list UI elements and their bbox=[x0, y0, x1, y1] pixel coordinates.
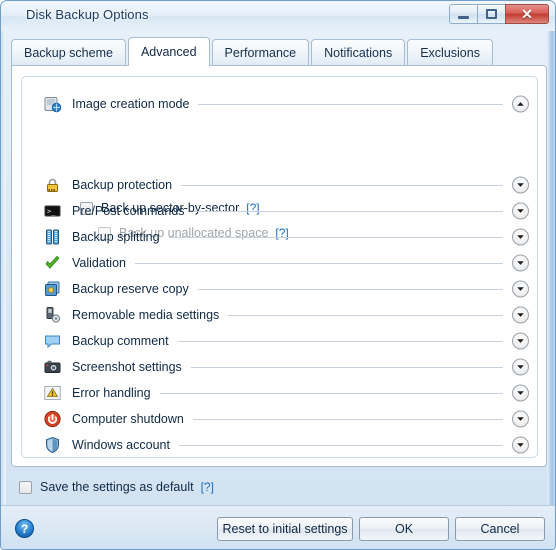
maximize-icon bbox=[486, 9, 497, 19]
tab-label: Exclusions bbox=[420, 45, 480, 60]
tab-label: Advanced bbox=[140, 45, 197, 59]
section-screenshot-settings[interactable]: Screenshot settings bbox=[22, 354, 537, 380]
help-question-icon[interactable]: ? bbox=[15, 519, 34, 538]
section-divider bbox=[193, 211, 503, 212]
section-label: Validation bbox=[72, 256, 126, 270]
chevron-down-icon[interactable] bbox=[512, 306, 529, 324]
tab-backup-scheme[interactable]: Backup scheme bbox=[11, 39, 126, 65]
section-divider bbox=[159, 393, 503, 394]
section-label: Backup comment bbox=[72, 334, 169, 348]
section-backup-reserve-copy[interactable]: Backup reserve copy bbox=[22, 276, 537, 302]
section-backup-splitting[interactable]: Backup splitting bbox=[22, 224, 537, 250]
section-pre-post-commands[interactable]: >_ Pre/Post commands bbox=[22, 198, 537, 224]
minimize-button[interactable] bbox=[449, 4, 477, 24]
tab-performance[interactable]: Performance bbox=[211, 39, 310, 65]
chevron-down-icon[interactable] bbox=[512, 202, 529, 220]
section-validation[interactable]: Validation bbox=[22, 250, 537, 276]
section-label: Backup protection bbox=[72, 178, 173, 192]
options-scroll-area[interactable]: Back up sector-by-sector [?] Back up una… bbox=[21, 76, 538, 458]
title-bar: Disk Backup Options ✕ bbox=[1, 1, 555, 31]
section-divider bbox=[190, 367, 503, 368]
section-divider bbox=[178, 445, 503, 446]
section-divider bbox=[198, 104, 503, 105]
save-default-checkbox[interactable] bbox=[19, 480, 32, 494]
save-default-row: Save the settings as default [?] bbox=[19, 480, 214, 494]
chevron-down-icon[interactable] bbox=[512, 280, 529, 298]
comment-bubble-icon bbox=[44, 333, 61, 350]
window-edge-left bbox=[1, 1, 6, 549]
chevron-down-icon[interactable] bbox=[512, 254, 529, 272]
window-controls: ✕ bbox=[449, 4, 549, 24]
section-divider bbox=[177, 341, 503, 342]
section-divider bbox=[134, 263, 503, 264]
tab-label: Performance bbox=[224, 45, 297, 60]
section-computer-shutdown[interactable]: Computer shutdown bbox=[22, 406, 537, 432]
ok-button[interactable]: OK bbox=[359, 517, 449, 541]
section-label: Backup splitting bbox=[72, 230, 160, 244]
save-default-help-link[interactable]: [?] bbox=[201, 480, 214, 494]
section-label: Windows account bbox=[72, 438, 170, 452]
section-label: Pre/Post commands bbox=[72, 204, 185, 218]
chevron-down-icon[interactable] bbox=[512, 176, 529, 194]
disk-image-icon bbox=[44, 96, 61, 113]
chevron-down-icon[interactable] bbox=[512, 228, 529, 246]
padlock-icon bbox=[44, 177, 61, 194]
reserve-copy-icon bbox=[44, 281, 61, 298]
chevron-down-icon[interactable] bbox=[512, 332, 529, 350]
minimize-icon bbox=[458, 15, 469, 19]
chevron-down-icon[interactable] bbox=[512, 384, 529, 402]
section-divider bbox=[168, 237, 503, 238]
tab-exclusions[interactable]: Exclusions bbox=[407, 39, 493, 65]
section-divider bbox=[181, 185, 503, 186]
section-label: Screenshot settings bbox=[72, 360, 182, 374]
section-backup-protection[interactable]: Backup protection bbox=[22, 172, 537, 198]
chevron-down-icon[interactable] bbox=[512, 436, 529, 454]
section-error-handling[interactable]: Error handling bbox=[22, 380, 537, 406]
window-title: Disk Backup Options bbox=[26, 7, 149, 22]
window-edge-right bbox=[547, 1, 555, 549]
shield-icon bbox=[44, 436, 61, 454]
section-windows-account[interactable]: Windows account bbox=[22, 432, 537, 457]
section-label: Backup reserve copy bbox=[72, 282, 189, 296]
dialog-button-bar: ? Reset to initial settings OK Cancel bbox=[1, 505, 555, 549]
close-button[interactable]: ✕ bbox=[505, 4, 549, 24]
chevron-down-icon[interactable] bbox=[512, 410, 529, 428]
section-label: Image creation mode bbox=[72, 97, 190, 111]
tab-content-panel: Back up sector-by-sector [?] Back up una… bbox=[11, 65, 547, 467]
usb-settings-icon bbox=[44, 307, 61, 324]
section-divider bbox=[197, 289, 503, 290]
section-label: Removable media settings bbox=[72, 308, 220, 322]
cancel-button[interactable]: Cancel bbox=[455, 517, 545, 541]
tab-bar: Backup scheme Advanced Performance Notifica… bbox=[11, 37, 495, 66]
tab-notifications[interactable]: Notifications bbox=[311, 39, 406, 65]
chevron-up-icon[interactable] bbox=[512, 95, 529, 113]
dialog-window: Disk Backup Options ✕ Backup scheme Advan… bbox=[0, 0, 556, 550]
svg-text:>_: >_ bbox=[47, 208, 56, 216]
warning-triangle-icon bbox=[44, 385, 61, 402]
console-icon: >_ bbox=[44, 203, 61, 220]
reset-to-initial-settings-button[interactable]: Reset to initial settings bbox=[217, 517, 353, 541]
maximize-button[interactable] bbox=[477, 4, 505, 24]
tab-label: Notifications bbox=[324, 45, 393, 60]
camera-icon bbox=[44, 359, 61, 376]
tab-label: Backup scheme bbox=[24, 45, 113, 60]
section-image-creation-mode[interactable]: Image creation mode bbox=[22, 91, 537, 117]
power-icon bbox=[44, 410, 61, 428]
svg-text:?: ? bbox=[21, 522, 28, 536]
section-divider bbox=[228, 315, 503, 316]
split-archive-icon bbox=[44, 229, 61, 246]
section-removable-media-settings[interactable]: Removable media settings bbox=[22, 302, 537, 328]
chevron-down-icon[interactable] bbox=[512, 358, 529, 376]
section-backup-comment[interactable]: Backup comment bbox=[22, 328, 537, 354]
section-label: Computer shutdown bbox=[72, 412, 184, 426]
tab-advanced[interactable]: Advanced bbox=[127, 37, 210, 66]
green-check-icon bbox=[44, 255, 61, 272]
section-divider bbox=[192, 419, 503, 420]
save-default-label: Save the settings as default bbox=[40, 480, 194, 494]
section-label: Error handling bbox=[72, 386, 151, 400]
close-icon: ✕ bbox=[521, 6, 533, 22]
